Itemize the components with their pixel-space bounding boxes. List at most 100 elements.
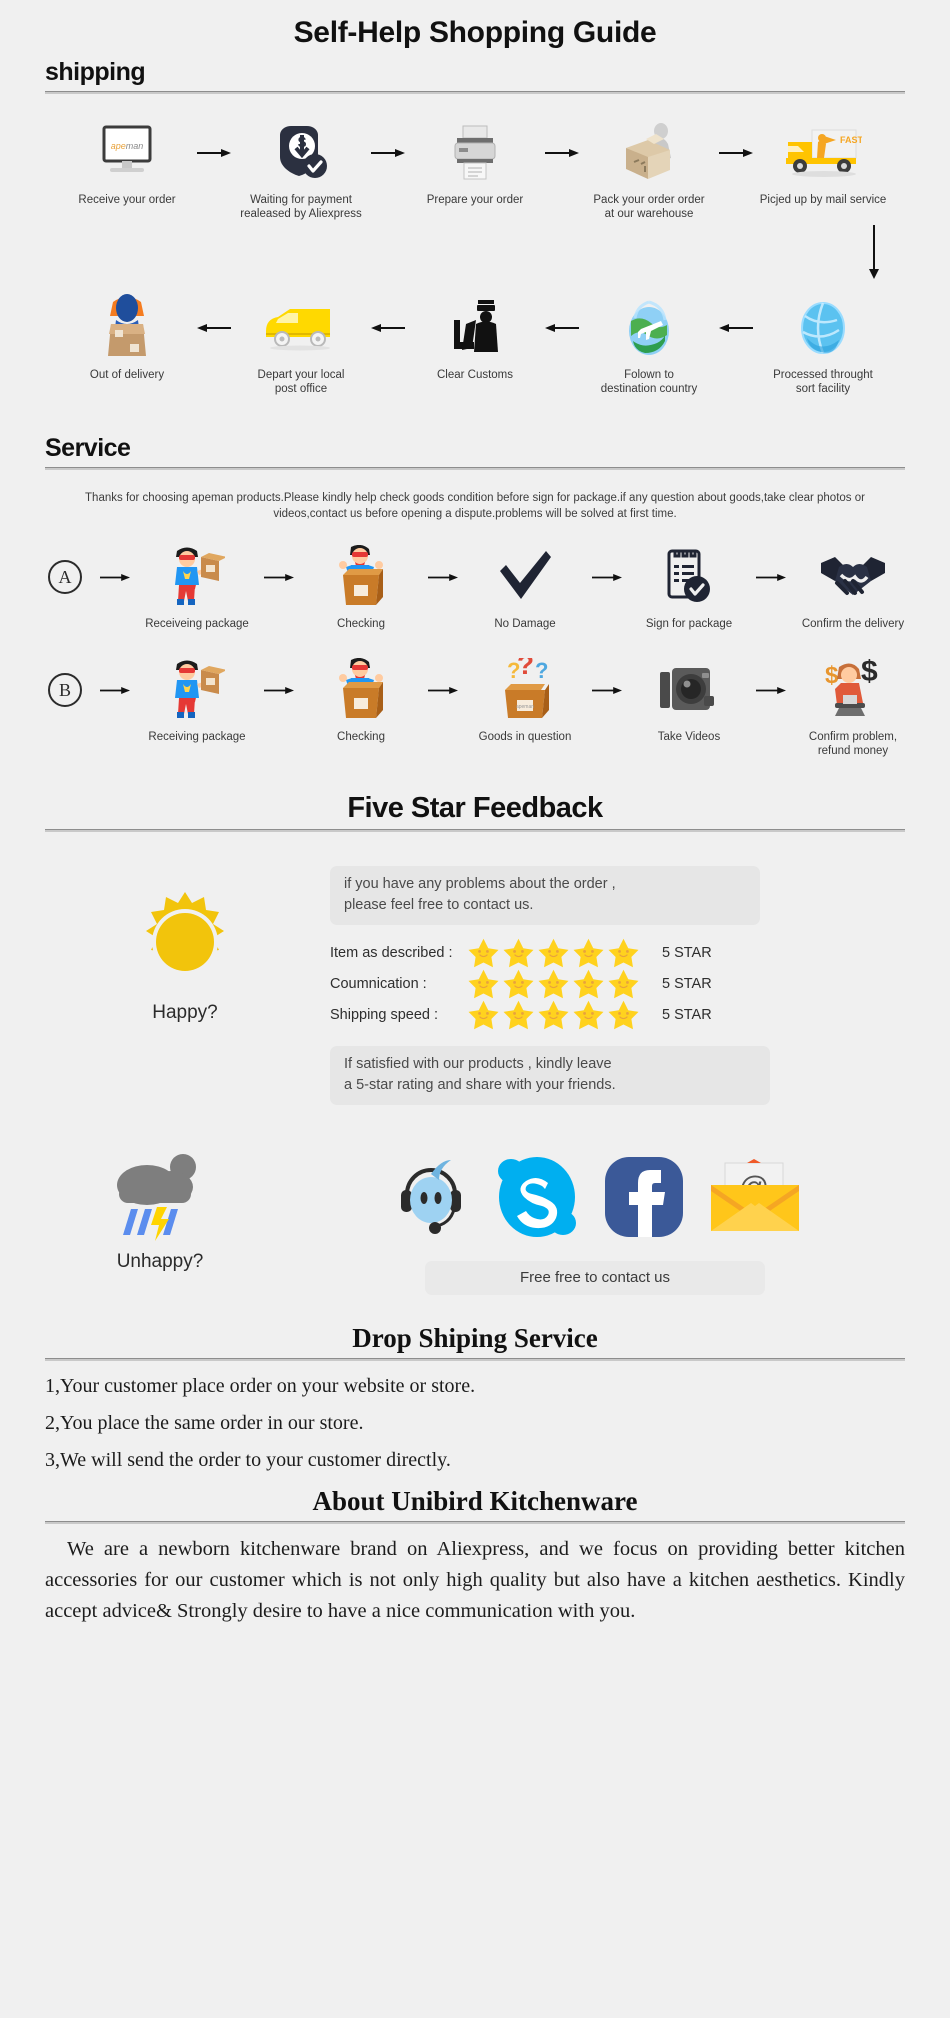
star-icon xyxy=(608,938,639,967)
payment-shield-dollar-icon: $ xyxy=(270,120,332,186)
service-b-take-videos: Take Videos xyxy=(629,657,749,744)
service-b-goods-in-question: ? ? ? apeman Goods in question xyxy=(465,657,585,744)
arrow-left-icon xyxy=(192,295,236,361)
rating-label: Coumnication : xyxy=(330,975,427,992)
arrow-left-icon xyxy=(366,295,410,361)
arrow-right-icon xyxy=(366,120,410,186)
arrow-right-icon xyxy=(192,120,236,186)
svg-text:$: $ xyxy=(861,659,878,688)
arrow-right-icon xyxy=(93,544,137,610)
box-question-marks-icon: ? ? ? apeman xyxy=(495,657,555,723)
arrow-right-icon xyxy=(749,544,793,610)
contact-us-bar[interactable]: Free free to contact us xyxy=(425,1261,765,1295)
rating-row: Coumnication : 5 STAR xyxy=(330,968,910,999)
courier-with-box-icon xyxy=(97,294,157,361)
service-note: Thanks for choosing apeman products.Plea… xyxy=(85,492,865,520)
star-icon xyxy=(468,1000,499,1029)
yellow-van-icon xyxy=(262,295,340,361)
superhero-holding-box-icon xyxy=(169,657,225,723)
delivery-truck-fast-icon: FAST xyxy=(784,120,862,186)
star-icon xyxy=(503,1000,534,1029)
service-a-checking: Checking xyxy=(301,544,421,631)
flow-label: Sign for package xyxy=(645,618,733,630)
service-heading: Service xyxy=(45,434,131,462)
flow-label: Receiving package xyxy=(148,731,246,743)
shipping-flow-row-1: apeman Receive your order $ Waiting for … xyxy=(0,120,950,221)
list-item: 2,You place the same order in our store. xyxy=(45,1412,364,1434)
feedback-happy-block: Happy? if you have any problems about th… xyxy=(0,866,950,1105)
sun-icon xyxy=(146,892,224,975)
flow-label: Receive your order xyxy=(78,194,176,206)
arrow-right-icon xyxy=(421,657,465,723)
service-flow-row-a: A Receiveing package Checking No Damage … xyxy=(0,544,950,631)
ratings-table: Item as described : 5 STAR Coumnication … xyxy=(330,937,910,1030)
arrow-left-icon xyxy=(540,295,584,361)
msn-messenger-headset-icon[interactable] xyxy=(391,1156,471,1238)
flow-label: Receiveing package xyxy=(145,618,249,630)
camera-icon xyxy=(658,657,720,723)
service-a-confirm-delivery: Confirm the delivery xyxy=(793,544,913,631)
rain-cloud-icon xyxy=(117,1154,196,1241)
shipping-step-waiting-payment: $ Waiting for payment realeased by Aliex… xyxy=(236,120,366,221)
signed-document-icon xyxy=(663,544,715,610)
shipping-step-prepare-order: Prepare your order xyxy=(410,120,540,207)
star-icon xyxy=(573,969,604,998)
arrow-left-icon xyxy=(714,295,758,361)
shopping-guide-page: Self-Help Shopping Guide shipping apeman… xyxy=(0,0,950,2018)
feedback-heading: Five Star Feedback xyxy=(347,792,603,824)
svg-text:$: $ xyxy=(298,134,307,151)
about-divider xyxy=(45,1521,905,1524)
flow-label: Prepare your order xyxy=(426,194,524,206)
shipping-step-pack-order: Pack your order order at our warehouse xyxy=(584,120,714,221)
svg-text:FAST: FAST xyxy=(840,135,862,145)
flow-label: Pack your order order at our warehouse xyxy=(593,194,705,220)
agent-refund-dollar-icon: $ $ xyxy=(821,657,885,723)
svg-text:apeman: apeman xyxy=(516,704,534,710)
checkmark-icon xyxy=(496,544,554,610)
service-badge-a: A xyxy=(37,544,93,631)
shipping-step-picked-up: FAST Picjed up by mail service xyxy=(758,120,888,207)
unhappy-label: Unhappy? xyxy=(116,1251,204,1272)
flow-label: Clear Customs xyxy=(436,369,514,381)
shipping-flow-row-2: Out of delivery Depart your local post o… xyxy=(0,294,950,396)
customs-officer-icon xyxy=(444,295,506,361)
rating-stars xyxy=(465,1000,650,1030)
dropshipping-divider xyxy=(45,1358,905,1361)
star-icon xyxy=(573,938,604,967)
svg-text:?: ? xyxy=(535,658,548,683)
svg-text:apeman: apeman xyxy=(111,141,144,151)
arrow-down-icon xyxy=(869,225,879,279)
star-icon xyxy=(503,938,534,967)
star-icon xyxy=(468,938,499,967)
printer-icon xyxy=(446,120,504,186)
badge-letter-b: B xyxy=(48,673,82,707)
page-title: Self-Help Shopping Guide xyxy=(293,16,657,49)
flow-label: Out of delivery xyxy=(89,369,165,381)
service-flow-row-b: B Receiving package Checking ? ? ? apema… xyxy=(0,657,950,758)
email-envelope-icon[interactable]: @ xyxy=(709,1159,799,1235)
arrow-right-icon xyxy=(585,544,629,610)
facebook-icon[interactable] xyxy=(603,1155,685,1239)
arrow-right-icon xyxy=(749,657,793,723)
flow-label: Checking xyxy=(337,618,385,630)
contact-methods: @ Free free to contact us xyxy=(280,1151,910,1295)
flow-label: Confirm the delivery xyxy=(801,618,905,630)
svg-text:?: ? xyxy=(517,658,534,680)
arrow-right-icon xyxy=(540,120,584,186)
arrow-right-icon xyxy=(257,657,301,723)
star-icon xyxy=(573,1000,604,1029)
happy-label: Happy? xyxy=(152,1002,218,1023)
shipping-step-flown-to-destination: Folown to destination country xyxy=(584,295,714,396)
flow-label: Picjed up by mail service xyxy=(759,194,887,206)
superhero-in-box-icon xyxy=(333,544,389,610)
svg-text:$: $ xyxy=(825,662,839,689)
about-heading: About Unibird Kitchenware xyxy=(312,1486,638,1516)
shipping-step-sort-facility: Processed throught sort facility xyxy=(758,295,888,396)
skype-icon[interactable] xyxy=(495,1155,579,1239)
service-divider xyxy=(45,467,905,470)
superhero-in-box-icon xyxy=(333,657,389,723)
star-icon xyxy=(608,969,639,998)
flow-label: Folown to destination country xyxy=(600,369,698,395)
arrow-right-icon xyxy=(714,120,758,186)
shipping-step-clear-customs: Clear Customs xyxy=(410,295,540,382)
